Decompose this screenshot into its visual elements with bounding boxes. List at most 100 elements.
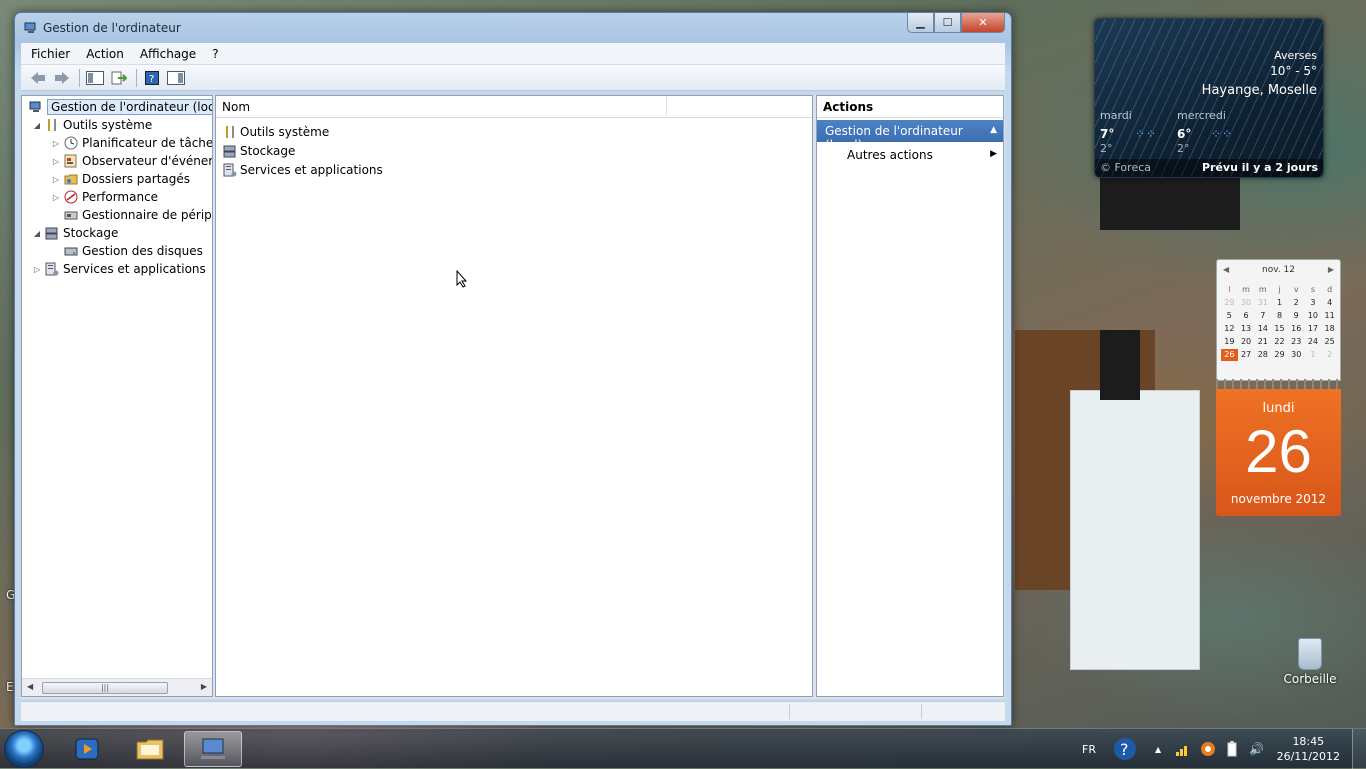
title-bar[interactable]: Gestion de l'ordinateur ▁ ☐ ✕: [15, 13, 1011, 43]
actions-group-header[interactable]: Gestion de l'ordinateur (local) ▲: [817, 120, 1003, 152]
calendar-day[interactable]: 15: [1271, 323, 1288, 335]
calendar-day[interactable]: 5: [1221, 310, 1238, 322]
tree-item-device-manager[interactable]: Gestionnaire de périphé: [51, 206, 212, 224]
start-button[interactable]: [4, 730, 44, 768]
action-more-actions[interactable]: Autres actions ▶: [847, 146, 1003, 166]
weather-source[interactable]: © Foreca: [1100, 161, 1151, 174]
expand-arrow-icon[interactable]: ▷: [51, 157, 61, 166]
calendar-day[interactable]: 10: [1305, 310, 1322, 322]
taskbar: FR ? ▲ 🔊 18:45 26/11/2012: [0, 728, 1366, 769]
scroll-left-icon[interactable]: ◀: [27, 682, 33, 691]
tree-item-storage[interactable]: ◢ Stockage: [32, 224, 118, 242]
show-hide-action-pane-icon[interactable]: [165, 68, 187, 88]
taskbar-explorer[interactable]: [121, 731, 179, 767]
calendar-day[interactable]: 21: [1254, 336, 1271, 348]
help-tray-icon[interactable]: ?: [1110, 729, 1140, 769]
show-hidden-icons-button[interactable]: ▲: [1155, 729, 1161, 769]
calendar-day[interactable]: 30: [1238, 297, 1255, 309]
calendar-day[interactable]: 1: [1305, 349, 1322, 361]
forecast-low: 2°: [1100, 142, 1113, 155]
menu-fichier[interactable]: Fichier: [31, 47, 70, 61]
calendar-day[interactable]: 25: [1321, 336, 1338, 348]
show-hide-tree-icon[interactable]: [84, 68, 106, 88]
calendar-day[interactable]: 9: [1288, 310, 1305, 322]
forward-arrow-icon[interactable]: [51, 68, 73, 88]
calendar-day[interactable]: 2: [1288, 297, 1305, 309]
calendar-day[interactable]: 28: [1254, 349, 1271, 361]
calendar-day[interactable]: 12: [1221, 323, 1238, 335]
weather-gadget[interactable]: Averses 10° - 5° Hayange, Moselle mardi …: [1094, 18, 1324, 178]
calendar-day[interactable]: 24: [1305, 336, 1322, 348]
battery-icon[interactable]: [1227, 729, 1237, 769]
close-button[interactable]: ✕: [961, 13, 1005, 33]
language-indicator[interactable]: FR: [1082, 729, 1096, 769]
expand-arrow-icon[interactable]: ▷: [32, 265, 42, 274]
tree-item-shared-folders[interactable]: ▷ Dossiers partagés: [51, 170, 190, 188]
taskbar-computer-management[interactable]: [184, 731, 242, 767]
tools-icon: [222, 124, 238, 140]
calendar-day[interactable]: 22: [1271, 336, 1288, 348]
calendar-day[interactable]: 7: [1254, 310, 1271, 322]
tree-root-computer-management[interactable]: Gestion de l'ordinateur (local): [26, 98, 212, 116]
show-desktop-button[interactable]: [1352, 729, 1366, 769]
export-list-icon[interactable]: [108, 68, 130, 88]
calendar-day[interactable]: 20: [1238, 336, 1255, 348]
help-icon[interactable]: ?: [141, 68, 163, 88]
calendar-day[interactable]: 11: [1321, 310, 1338, 322]
menu-affichage[interactable]: Affichage: [140, 47, 196, 61]
calendar-day[interactable]: 13: [1238, 323, 1255, 335]
collapse-arrow-icon[interactable]: ◢: [32, 121, 42, 130]
tree-item-disk-management[interactable]: Gestion des disques: [51, 242, 203, 260]
tree-item-services-applications[interactable]: ▷ Services et applications: [32, 260, 206, 278]
calendar-day[interactable]: 30: [1288, 349, 1305, 361]
tree-item-system-tools[interactable]: ◢ Outils système: [32, 116, 152, 134]
volume-icon[interactable]: 🔊: [1249, 729, 1264, 769]
calendar-gadget[interactable]: ◀ nov. 12 ▶ l m m j v s d 29 30 31 1 2 3 4 5 6 7 8 9 10 11 12…: [1216, 259, 1341, 516]
tree-item-performance[interactable]: ▷ Performance: [51, 188, 158, 206]
calendar-day[interactable]: 18: [1321, 323, 1338, 335]
calendar-day[interactable]: 19: [1221, 336, 1238, 348]
calendar-day[interactable]: 29: [1271, 349, 1288, 361]
collapse-arrow-icon[interactable]: ◢: [32, 229, 42, 238]
next-month-icon[interactable]: ▶: [1328, 265, 1334, 274]
calendar-day[interactable]: 27: [1238, 349, 1255, 361]
calendar-day[interactable]: 3: [1305, 297, 1322, 309]
back-arrow-icon[interactable]: [27, 68, 49, 88]
expand-arrow-icon[interactable]: ▷: [51, 175, 61, 184]
calendar-day[interactable]: 14: [1254, 323, 1271, 335]
expand-arrow-icon[interactable]: ▷: [51, 139, 61, 148]
tree-item-event-viewer[interactable]: ▷ Observateur d'événeme: [51, 152, 212, 170]
desktop-photo-computer-case: [1070, 390, 1200, 670]
calendar-day[interactable]: 17: [1305, 323, 1322, 335]
expand-arrow-icon[interactable]: ▷: [51, 193, 61, 202]
calendar-day-today[interactable]: 26: [1221, 349, 1238, 361]
scroll-right-icon[interactable]: ▶: [201, 682, 207, 691]
scrollbar-thumb[interactable]: |||: [42, 682, 168, 694]
list-item-storage[interactable]: Stockage: [222, 141, 295, 160]
calendar-day[interactable]: 1: [1271, 297, 1288, 309]
minimize-button[interactable]: ▁: [907, 13, 934, 33]
network-icon[interactable]: [1175, 729, 1191, 769]
list-item-system-tools[interactable]: Outils système: [222, 122, 329, 141]
taskbar-media-player[interactable]: [58, 731, 116, 767]
calendar-day[interactable]: 23: [1288, 336, 1305, 348]
menu-help[interactable]: ?: [212, 47, 218, 61]
clock[interactable]: 18:45 26/11/2012: [1277, 734, 1340, 764]
calendar-day[interactable]: 6: [1238, 310, 1255, 322]
list-item-services-applications[interactable]: Services et applications: [222, 160, 383, 179]
recycle-bin[interactable]: Corbeille: [1280, 638, 1340, 686]
calendar-day[interactable]: 16: [1288, 323, 1305, 335]
calendar-day[interactable]: 4: [1321, 297, 1338, 309]
calendar-day[interactable]: 2: [1321, 349, 1338, 361]
calendar-day[interactable]: 31: [1254, 297, 1271, 309]
menu-action[interactable]: Action: [86, 47, 124, 61]
tree-item-task-scheduler[interactable]: ▷ Planificateur de tâches: [51, 134, 212, 152]
calendar-day[interactable]: 8: [1271, 310, 1288, 322]
collapse-arrow-icon[interactable]: ▲: [990, 125, 997, 135]
recycle-bin-label: Corbeille: [1283, 672, 1337, 686]
column-header-name[interactable]: Nom: [216, 96, 667, 118]
update-icon[interactable]: [1200, 729, 1216, 769]
maximize-button[interactable]: ☐: [934, 13, 961, 33]
calendar-day[interactable]: 29: [1221, 297, 1238, 309]
tree-horizontal-scrollbar[interactable]: ◀ ||| ▶: [22, 678, 212, 696]
